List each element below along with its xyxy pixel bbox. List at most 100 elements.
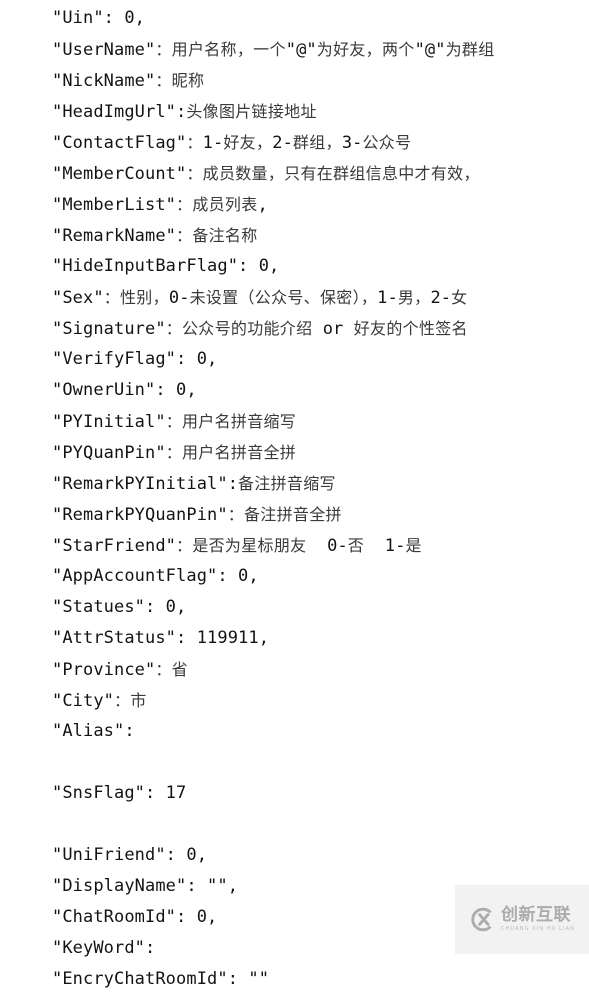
ascii-run: "RemarkPYQuanPin" <box>52 505 228 525</box>
code-line-signature: "Signature"：公众号的功能介绍 or 好友的个性签名 <box>0 313 589 344</box>
code-line-hideinputbarflag: "HideInputBarFlag": 0, <box>0 251 589 282</box>
ascii-run: or <box>312 319 354 339</box>
code-line-alias: "Alias": <box>0 716 589 747</box>
code-line-sex: "Sex"：性别，0-未设置（公众号、保密），1-男，2-女 <box>0 282 589 313</box>
watermark-text: 创新互联 CHUANG XIN HU LIAN <box>501 907 575 932</box>
ascii-run: 1- <box>202 133 224 153</box>
cjk-run: ：公众号的功能介绍 <box>165 319 313 338</box>
ascii-run: "ChatRoomId": 0, <box>52 907 218 927</box>
cjk-run: ：昵称 <box>155 71 205 90</box>
ascii-run: 3- <box>341 133 363 153</box>
code-line-province: "Province"：省 <box>0 654 589 685</box>
code-line-pyquanpin: "PYQuanPin"：用户名拼音全拼 <box>0 437 589 468</box>
cjk-run: ：备注拼音全拼 <box>227 505 342 524</box>
code-line-memberlist: "MemberList"：成员列表, <box>0 189 589 220</box>
code-line-encrychatroomid: "EncryChatRoomId": "" <box>0 964 589 995</box>
ascii-run: "MemberCount" <box>52 164 187 184</box>
ascii-run: "StarFriend" <box>52 536 177 556</box>
ascii-run: "KeyWord": <box>52 938 156 958</box>
ascii-run: "@" <box>414 40 446 60</box>
cjk-run: ：省 <box>155 660 188 679</box>
ascii-run: "UserName" <box>52 40 156 60</box>
code-line-remarkpyinitial: "RemarkPYInitial":备注拼音缩写 <box>0 468 589 499</box>
code-line-remarkname: "RemarkName"：备注名称 <box>0 220 589 251</box>
code-line-starfriend: "StarFriend"：是否为星标朋友 0-否 1-是 <box>0 530 589 561</box>
ascii-run: 2- <box>430 288 452 308</box>
ascii-run: 1- <box>377 288 398 308</box>
code-line-owneruin: "OwnerUin": 0, <box>0 375 589 406</box>
cjk-run: 好友的个性签名 <box>353 319 468 338</box>
cjk-run: 好友， <box>223 133 273 152</box>
cjk-run: 头像图片链接地址 <box>186 102 317 121</box>
cjk-run: 公众号 <box>362 133 412 152</box>
ascii-run: "SnsFlag": 17 <box>52 783 187 803</box>
ascii-run: "NickName" <box>52 71 156 91</box>
ascii-run: "RemarkName" <box>52 226 177 246</box>
ascii-run: "PYInitial" <box>52 412 166 432</box>
ascii-run: "Alias": <box>52 721 135 741</box>
watermark-badge: 创新互联 CHUANG XIN HU LIAN <box>455 885 589 954</box>
ascii-run: "AppAccountFlag": 0, <box>52 566 259 586</box>
code-line-attrstatus: "AttrStatus": 119911, <box>0 623 589 654</box>
ascii-run: "RemarkPYInitial": <box>52 474 239 494</box>
ascii-run: "Statues": 0, <box>52 597 187 617</box>
code-listing: "Uin": 0, "UserName"：用户名称，一个"@"为好友，两个"@"为… <box>0 0 589 995</box>
circle-x-logo-icon <box>469 906 496 933</box>
code-line-unifriend: "UniFriend": 0, <box>0 840 589 871</box>
code-line-nickname: "NickName"：昵称 <box>0 65 589 96</box>
watermark-brand-cn: 创新互联 <box>501 905 571 925</box>
code-line-remarkpyquanpin: "RemarkPYQuanPin"：备注拼音全拼 <box>0 499 589 530</box>
cjk-run: 否 <box>347 536 365 555</box>
ascii-run: "ContactFlag" <box>52 133 187 153</box>
ascii-run: "Province" <box>52 660 156 680</box>
cjk-run: ：市 <box>114 691 147 710</box>
ascii-run: "OwnerUin": 0, <box>52 380 197 400</box>
cjk-run: ：性别， <box>103 288 169 307</box>
cjk-run: ：成员列表 <box>176 195 258 214</box>
ascii-run: 0- <box>306 536 348 556</box>
ascii-run: "Sex" <box>52 288 104 308</box>
code-line-contactflag: "ContactFlag"：1-好友，2-群组，3-公众号 <box>0 127 589 158</box>
cjk-run: ：用户名拼音缩写 <box>165 412 297 431</box>
cjk-run: ：是否为星标朋友 <box>176 536 307 555</box>
ascii-run: "HideInputBarFlag": 0, <box>52 256 280 276</box>
ascii-run: "@" <box>285 40 317 60</box>
code-line-appaccountflag: "AppAccountFlag": 0, <box>0 561 589 592</box>
code-line-blank-1 <box>0 747 589 778</box>
cjk-run: 备注拼音缩写 <box>238 474 336 493</box>
ascii-run: "Uin": 0, <box>52 8 146 28</box>
ascii-run: "Signature" <box>52 319 166 339</box>
code-line-snsflag: "SnsFlag": 17 <box>0 778 589 809</box>
cjk-run: 女 <box>451 288 468 307</box>
ascii-run: "City" <box>52 691 115 711</box>
ascii-run: "AttrStatus": 119911, <box>52 628 270 648</box>
code-line-membercount: "MemberCount"：成员数量，只有在群组信息中才有效， <box>0 158 589 189</box>
code-line-city: "City"：市 <box>0 685 589 716</box>
ascii-run: , <box>257 195 268 215</box>
cjk-run: 为群组 <box>445 40 495 59</box>
ascii-run: 2- <box>272 133 293 153</box>
code-line-pyinitial: "PYInitial"：用户名拼音缩写 <box>0 406 589 437</box>
code-line-statues: "Statues": 0, <box>0 592 589 623</box>
cjk-run: 群组， <box>292 133 342 152</box>
cjk-run: ：成员数量，只有在群组信息中才有效， <box>186 164 480 183</box>
ascii-run: 0- <box>168 288 190 308</box>
code-line-verifyflag: "VerifyFlag": 0, <box>0 344 589 375</box>
ascii-run: "PYQuanPin" <box>52 443 166 463</box>
ascii-run: 1- <box>364 536 406 556</box>
cjk-run: 为好友，两个 <box>316 40 415 59</box>
code-line-blank-2 <box>0 809 589 840</box>
code-line-username: "UserName"：用户名称，一个"@"为好友，两个"@"为群组 <box>0 34 589 65</box>
cjk-run: ：用户名称，一个 <box>155 40 286 59</box>
ascii-run: "MemberList" <box>52 195 177 215</box>
cjk-run: ：备注名称 <box>176 226 258 245</box>
ascii-run: "UniFriend": 0, <box>52 845 208 865</box>
ascii-run: "EncryChatRoomId": "" <box>52 969 270 989</box>
watermark-brand-pinyin: CHUANG XIN HU LIAN <box>501 926 575 932</box>
cjk-run: 未设置（公众号、保密）， <box>189 288 378 307</box>
ascii-run: "HeadImgUrl": <box>52 102 187 122</box>
cjk-run: ： <box>186 133 203 152</box>
code-line-headimgurl: "HeadImgUrl":头像图片链接地址 <box>0 96 589 127</box>
code-line-uin: "Uin": 0, <box>0 3 589 34</box>
cjk-run: 是 <box>405 536 422 555</box>
